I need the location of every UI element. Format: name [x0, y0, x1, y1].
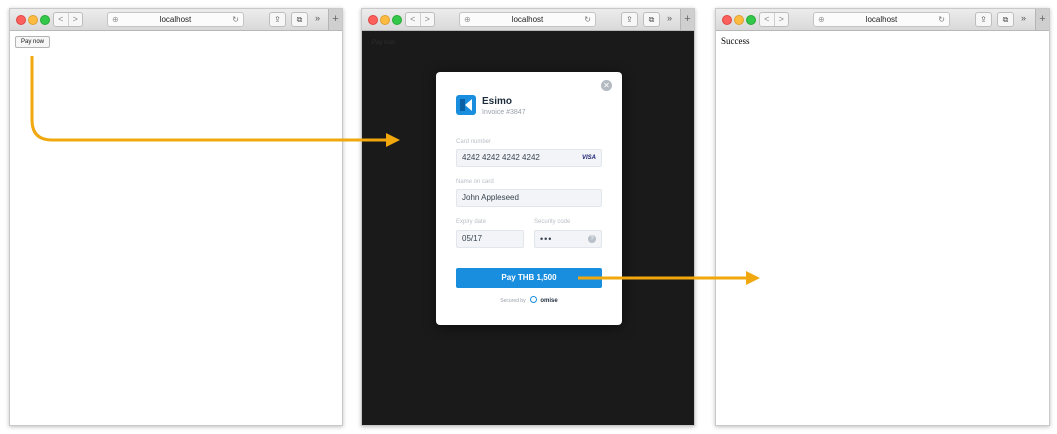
- share-icon[interactable]: ⇪: [975, 12, 992, 27]
- browser-window-step2: < > ⊕ localhost ↻ ⇪ ⧉ » + Pay now ✕ Esim…: [361, 8, 695, 426]
- page-content: Pay now: [10, 31, 342, 425]
- tabs-overview-icon[interactable]: ⧉: [997, 12, 1014, 27]
- name-on-card-value: John Appleseed: [462, 193, 519, 202]
- address-text: localhost: [159, 15, 192, 24]
- forward-button[interactable]: >: [773, 13, 789, 26]
- back-button[interactable]: <: [406, 13, 420, 26]
- payment-modal: ✕ Esimo Invoice #3847 Card number 4242 4…: [436, 72, 622, 325]
- new-tab-button[interactable]: +: [328, 9, 342, 30]
- card-number-label: Card number: [456, 139, 492, 145]
- forward-button[interactable]: >: [419, 13, 435, 26]
- privacy-icon: ⊕: [112, 15, 119, 24]
- minimize-window-icon[interactable]: [380, 15, 390, 25]
- success-message: Success: [721, 36, 750, 46]
- new-tab-button[interactable]: +: [1035, 9, 1049, 30]
- reload-icon[interactable]: ↻: [584, 13, 591, 26]
- back-button[interactable]: <: [760, 13, 774, 26]
- nav-buttons: < >: [405, 12, 435, 27]
- address-text: localhost: [511, 15, 544, 24]
- pay-now-button[interactable]: Pay now: [15, 36, 51, 48]
- privacy-icon: ⊕: [818, 15, 825, 24]
- secured-by-text: Secured by: [500, 298, 526, 304]
- address-text: localhost: [865, 15, 898, 24]
- share-icon[interactable]: ⇪: [269, 12, 286, 27]
- close-window-icon[interactable]: [368, 15, 378, 25]
- browser-window-step1: < > ⊕ localhost ↻ ⇪ ⧉ » + Pay now: [9, 8, 343, 426]
- browser-toolbar: < > ⊕ localhost ↻ ⇪ ⧉ » +: [10, 9, 342, 31]
- background-pay-button: Pay now: [372, 40, 396, 46]
- privacy-icon: ⊕: [464, 15, 471, 24]
- nav-buttons: < >: [759, 12, 789, 27]
- security-code-label: Security code: [534, 219, 571, 225]
- browser-toolbar: < > ⊕ localhost ↻ ⇪ ⧉ » +: [716, 9, 1049, 31]
- security-code-value: •••: [540, 234, 553, 244]
- page-content: Success: [716, 31, 1049, 425]
- card-number-value: 4242 4242 4242 4242: [462, 153, 540, 162]
- chevron-more-icon[interactable]: »: [1021, 13, 1026, 23]
- close-icon[interactable]: ✕: [601, 80, 612, 91]
- card-number-field[interactable]: 4242 4242 4242 4242 VISA: [456, 149, 602, 167]
- close-window-icon[interactable]: [16, 15, 26, 25]
- merchant-name: Esimo: [482, 96, 513, 107]
- zoom-window-icon[interactable]: [40, 15, 50, 25]
- browser-toolbar: < > ⊕ localhost ↻ ⇪ ⧉ » +: [362, 9, 694, 31]
- address-bar[interactable]: ⊕ localhost ↻: [107, 12, 244, 27]
- modal-overlay: Pay now ✕ Esimo Invoice #3847 Card numbe…: [362, 31, 694, 425]
- merchant-logo: [456, 95, 476, 115]
- expiry-date-label: Expiry date: [456, 219, 487, 225]
- minimize-window-icon[interactable]: [734, 15, 744, 25]
- reload-icon[interactable]: ↻: [938, 13, 945, 26]
- back-button[interactable]: <: [54, 13, 68, 26]
- zoom-window-icon[interactable]: [392, 15, 402, 25]
- nav-buttons: < >: [53, 12, 83, 27]
- close-window-icon[interactable]: [722, 15, 732, 25]
- help-icon[interactable]: ?: [588, 235, 596, 243]
- chevron-more-icon[interactable]: »: [315, 13, 320, 23]
- name-on-card-label: Name on card: [456, 179, 494, 185]
- pay-amount-button[interactable]: Pay THB 1,500: [456, 268, 602, 288]
- new-tab-button[interactable]: +: [680, 9, 694, 30]
- security-code-field[interactable]: ••• ?: [534, 230, 602, 248]
- name-on-card-field[interactable]: John Appleseed: [456, 189, 602, 207]
- expiry-date-field[interactable]: 05/17: [456, 230, 524, 248]
- provider-name: omise: [540, 298, 558, 304]
- visa-icon: VISA: [581, 155, 596, 161]
- minimize-window-icon[interactable]: [28, 15, 38, 25]
- secured-by-footer: Secured by omise: [436, 296, 622, 304]
- invoice-number: Invoice #3847: [482, 109, 526, 116]
- omise-logo-icon: [529, 296, 537, 303]
- share-icon[interactable]: ⇪: [621, 12, 638, 27]
- zoom-window-icon[interactable]: [746, 15, 756, 25]
- tabs-overview-icon[interactable]: ⧉: [643, 12, 660, 27]
- address-bar[interactable]: ⊕ localhost ↻: [459, 12, 596, 27]
- expiry-date-value: 05/17: [462, 234, 483, 243]
- address-bar[interactable]: ⊕ localhost ↻: [813, 12, 950, 27]
- tabs-overview-icon[interactable]: ⧉: [291, 12, 308, 27]
- browser-window-step3: < > ⊕ localhost ↻ ⇪ ⧉ » + Success: [715, 8, 1050, 426]
- chevron-more-icon[interactable]: »: [667, 13, 672, 23]
- reload-icon[interactable]: ↻: [232, 13, 239, 26]
- forward-button[interactable]: >: [67, 13, 83, 26]
